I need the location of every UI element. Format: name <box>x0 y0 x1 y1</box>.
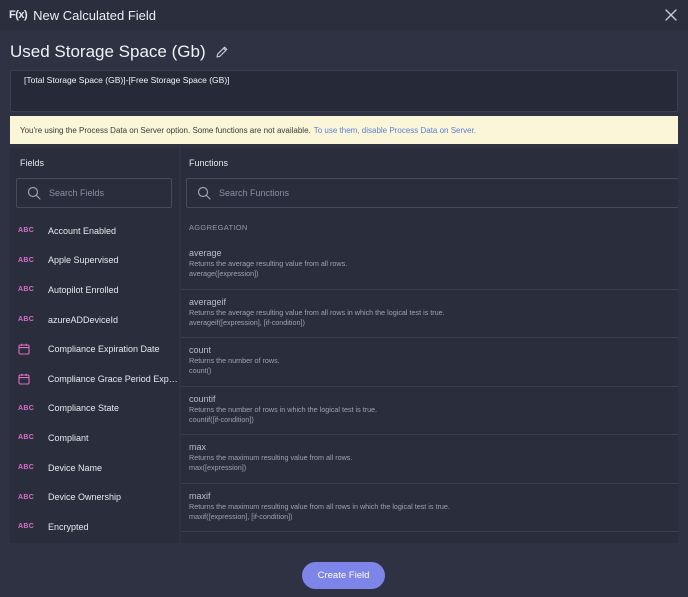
function-signature: average([expression]) <box>189 269 259 278</box>
fx-icon: F(x) <box>9 9 28 21</box>
field-label: Account Enabled <box>48 225 117 236</box>
field-list-item[interactable]: ABC Device Name <box>10 453 179 483</box>
text-type-icon: ABC <box>18 256 35 264</box>
close-icon[interactable] <box>662 6 680 24</box>
function-item-averageif[interactable]: averageif Returns the average resulting v… <box>181 290 678 338</box>
dialog-title: New Calculated Field <box>33 7 157 23</box>
field-list-item[interactable]: ABC Apple Supervised <box>10 246 179 276</box>
function-signature: averageif([expression], [if-condition]) <box>189 317 305 327</box>
field-list-item[interactable]: ABC Compliance State <box>10 394 179 424</box>
field-label: Device Ownership <box>48 492 122 503</box>
footer: Create Field <box>0 553 688 597</box>
function-description: Returns the average resulting value from… <box>189 307 445 317</box>
search-fields-input[interactable]: Search Fields <box>16 178 172 208</box>
function-name: count <box>189 345 212 355</box>
function-signature: maxif([expression], [if-condition]) <box>189 511 293 521</box>
text-type-icon: ABC <box>18 523 35 531</box>
formula-editor[interactable]: [Total Storage Space (GB)]-[Free Storage… <box>10 70 678 112</box>
field-label: Autopilot Enrolled <box>48 284 119 295</box>
text-type-icon: ABC <box>18 434 35 442</box>
function-description: Returns the average resulting value from… <box>189 259 348 268</box>
title-bar: F(x) New Calculated Field <box>0 0 688 30</box>
text-type-icon: ABC <box>18 286 35 294</box>
field-list-item[interactable]: ABC Device Ownership <box>10 482 179 512</box>
field-label: Compliance Grace Period Expir... <box>47 373 179 384</box>
field-label: azureADDeviceId <box>48 314 119 325</box>
text-type-icon: ABC <box>18 227 35 235</box>
calendar-icon <box>18 343 40 355</box>
field-label: Compliance State <box>48 403 120 414</box>
category-label: AGGREGATION <box>189 223 248 232</box>
function-name: averageif <box>189 296 227 307</box>
disable-process-link[interactable]: To use them, disable Process Data on Ser… <box>314 126 476 135</box>
field-list-item[interactable]: ABC Encrypted <box>10 512 179 542</box>
warning-banner: You're using the Process Data on Server … <box>10 116 678 144</box>
field-list-item[interactable]: ABC azureADDeviceId <box>10 305 179 335</box>
field-list-item[interactable]: Compliance Grace Period Expir... <box>10 364 179 394</box>
text-type-icon: ABC <box>18 464 35 472</box>
function-name: average <box>189 248 222 258</box>
text-type-icon: ABC <box>18 316 35 324</box>
field-list-item[interactable]: Compliance Expiration Date <box>10 334 179 364</box>
function-signature: max([expression]) <box>189 463 247 472</box>
pencil-icon[interactable] <box>215 45 229 59</box>
function-signature: count() <box>189 366 212 375</box>
field-label: Apple Supervised <box>48 255 119 266</box>
calendar-icon <box>18 373 40 385</box>
search-functions-input[interactable]: Search Functions <box>186 178 678 208</box>
function-item-count[interactable]: count Returns the number of rows. count() <box>181 338 678 387</box>
search-fields-placeholder: Search Fields <box>49 188 105 198</box>
functions-panel: Functions Search Functions AGGREGATION a… <box>181 148 678 543</box>
function-item-countif[interactable]: countif Returns the number of rows in whi… <box>181 387 678 435</box>
function-item-average[interactable]: average Returns the average resulting val… <box>181 241 678 290</box>
text-type-icon: ABC <box>18 493 35 501</box>
function-list: average Returns the average resulting val… <box>181 241 678 532</box>
warning-text: You're using the Process Data on Server … <box>20 125 311 135</box>
fields-panel: Fields Search Fields ABC Account Enabled A… <box>10 148 179 543</box>
field-label: Encrypted <box>48 521 89 532</box>
fields-header: Fields <box>20 158 45 168</box>
field-list-item[interactable]: ABC Account Enabled <box>10 216 179 246</box>
search-icon <box>27 186 41 200</box>
function-name: max <box>189 442 207 452</box>
function-description: Returns the number of rows. <box>189 356 280 365</box>
function-description: Returns the maximum resulting value from… <box>189 453 353 462</box>
field-label: Compliant <box>48 432 89 443</box>
field-list: ABC Account Enabled ABC Apple Supervised ABC… <box>10 216 179 542</box>
text-type-icon: ABC <box>18 404 35 412</box>
field-list-item[interactable]: ABC Autopilot Enrolled <box>10 275 179 305</box>
field-name[interactable]: Used Storage Space (Gb) <box>10 42 206 62</box>
function-description: Returns the maximum resulting value from… <box>189 501 450 511</box>
field-list-item[interactable]: ABC Compliant <box>10 423 179 453</box>
field-label: Device Name <box>48 462 103 473</box>
field-label: Compliance Expiration Date <box>48 344 160 355</box>
search-functions-placeholder: Search Functions <box>219 188 290 198</box>
function-name: countif <box>189 393 216 404</box>
function-description: Returns the number of rows in which the … <box>189 404 378 414</box>
functions-header: Functions <box>189 158 229 168</box>
function-item-maxif[interactable]: maxif Returns the maximum resulting value… <box>181 484 678 532</box>
create-field-button[interactable]: Create Field <box>302 562 385 589</box>
function-item-max[interactable]: max Returns the maximum resulting value f… <box>181 435 678 484</box>
function-signature: countif([if-condition]) <box>189 414 254 424</box>
field-name-row: Used Storage Space (Gb) <box>10 40 229 64</box>
function-name: maxif <box>189 490 211 501</box>
search-icon <box>197 186 211 200</box>
